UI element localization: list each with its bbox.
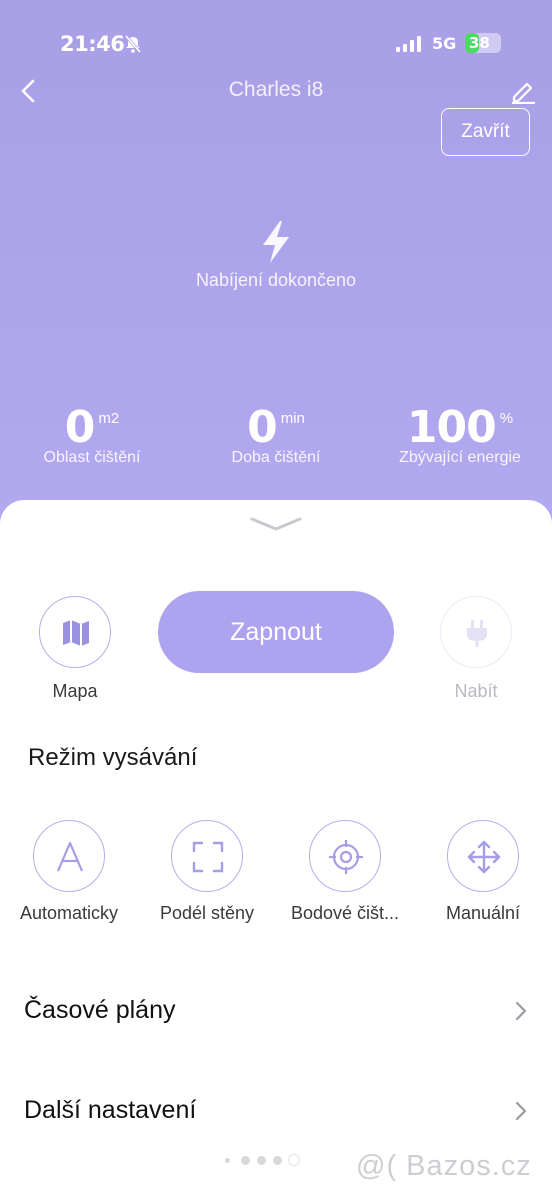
mode-label: Podél stěny — [159, 903, 255, 923]
mode-spot-button[interactable] — [309, 820, 381, 892]
mode-manual-button[interactable] — [447, 820, 519, 892]
page-indicator — [225, 1155, 305, 1165]
chevron-right-icon — [515, 1101, 527, 1121]
control-sheet: Mapa Zapnout Nabít Režim vysávání Automa… — [0, 500, 552, 1200]
stat-cleaning-area: 0 m2 Oblast čištění — [0, 402, 184, 467]
charge-button[interactable] — [440, 596, 512, 668]
plug-icon — [467, 620, 487, 647]
stat-label: Doba čištění — [231, 449, 321, 466]
start-cleaning-button[interactable]: Zapnout — [158, 591, 394, 673]
stat-unit: min — [280, 410, 305, 427]
stat-cleaning-time: 0 min Doba čištění — [184, 402, 368, 467]
chevron-down-icon[interactable] — [248, 515, 304, 533]
battery-level: 38 — [469, 34, 490, 52]
page-dot — [273, 1155, 282, 1165]
stat-label: Oblast čištění — [43, 449, 141, 466]
map-button[interactable] — [39, 596, 111, 668]
watermark: @( Bazos.cz — [356, 1150, 532, 1182]
move-arrows-icon — [467, 840, 501, 874]
stat-remaining-energy: 100% Zbývající energie — [368, 402, 552, 467]
stat-unit: m2 — [98, 410, 120, 427]
page-dot — [241, 1155, 250, 1165]
frame-corners-icon — [192, 841, 224, 873]
mode-label: Manuální — [445, 903, 521, 923]
row-schedules[interactable]: Časové plány — [0, 976, 552, 1046]
map-icon — [63, 620, 89, 646]
row-more-settings[interactable]: Další nastavení — [0, 1076, 552, 1146]
lightning-bolt-icon — [263, 221, 289, 263]
mode-label: Bodové čišt... — [290, 903, 400, 923]
status-time: 21:46 — [60, 32, 125, 56]
row-label: Další nastavení — [24, 1096, 197, 1124]
stat-unit: % — [499, 410, 514, 427]
cellular-signal-icon — [396, 36, 421, 52]
chevron-right-icon — [515, 1001, 527, 1021]
target-icon — [329, 840, 363, 874]
charge-label: Nabít — [454, 681, 498, 701]
charging-status: Nabíjení dokončeno — [195, 270, 357, 290]
network-type: 5G — [432, 34, 457, 53]
edit-pencil-icon[interactable] — [510, 78, 536, 104]
mode-label: Automaticky — [19, 903, 119, 923]
mode-auto-button[interactable] — [33, 820, 105, 892]
stat-value: 0 — [64, 402, 96, 453]
battery-icon: 38 — [465, 33, 501, 53]
status-bar: 21:46 5G 38 — [0, 30, 552, 60]
map-label: Mapa — [52, 681, 98, 701]
page-dot — [225, 1157, 230, 1163]
mode-edge-button[interactable] — [171, 820, 243, 892]
stat-value: 0 — [247, 402, 278, 453]
stat-label: Zbývající energie — [399, 449, 521, 466]
close-button[interactable]: Zavřít — [441, 108, 530, 156]
row-label: Časové plány — [24, 996, 176, 1024]
page-dot — [257, 1155, 266, 1165]
stat-value: 100 — [406, 402, 497, 453]
letter-a-icon — [56, 841, 84, 872]
device-header: 21:46 5G 38 Charles i8 Zavřít Nabíjení d… — [0, 0, 552, 540]
page-dot-active — [289, 1155, 299, 1165]
silent-bell-icon — [124, 35, 142, 53]
device-title: Charles i8 — [228, 78, 324, 101]
mode-section-title: Režim vysávání — [28, 744, 198, 771]
